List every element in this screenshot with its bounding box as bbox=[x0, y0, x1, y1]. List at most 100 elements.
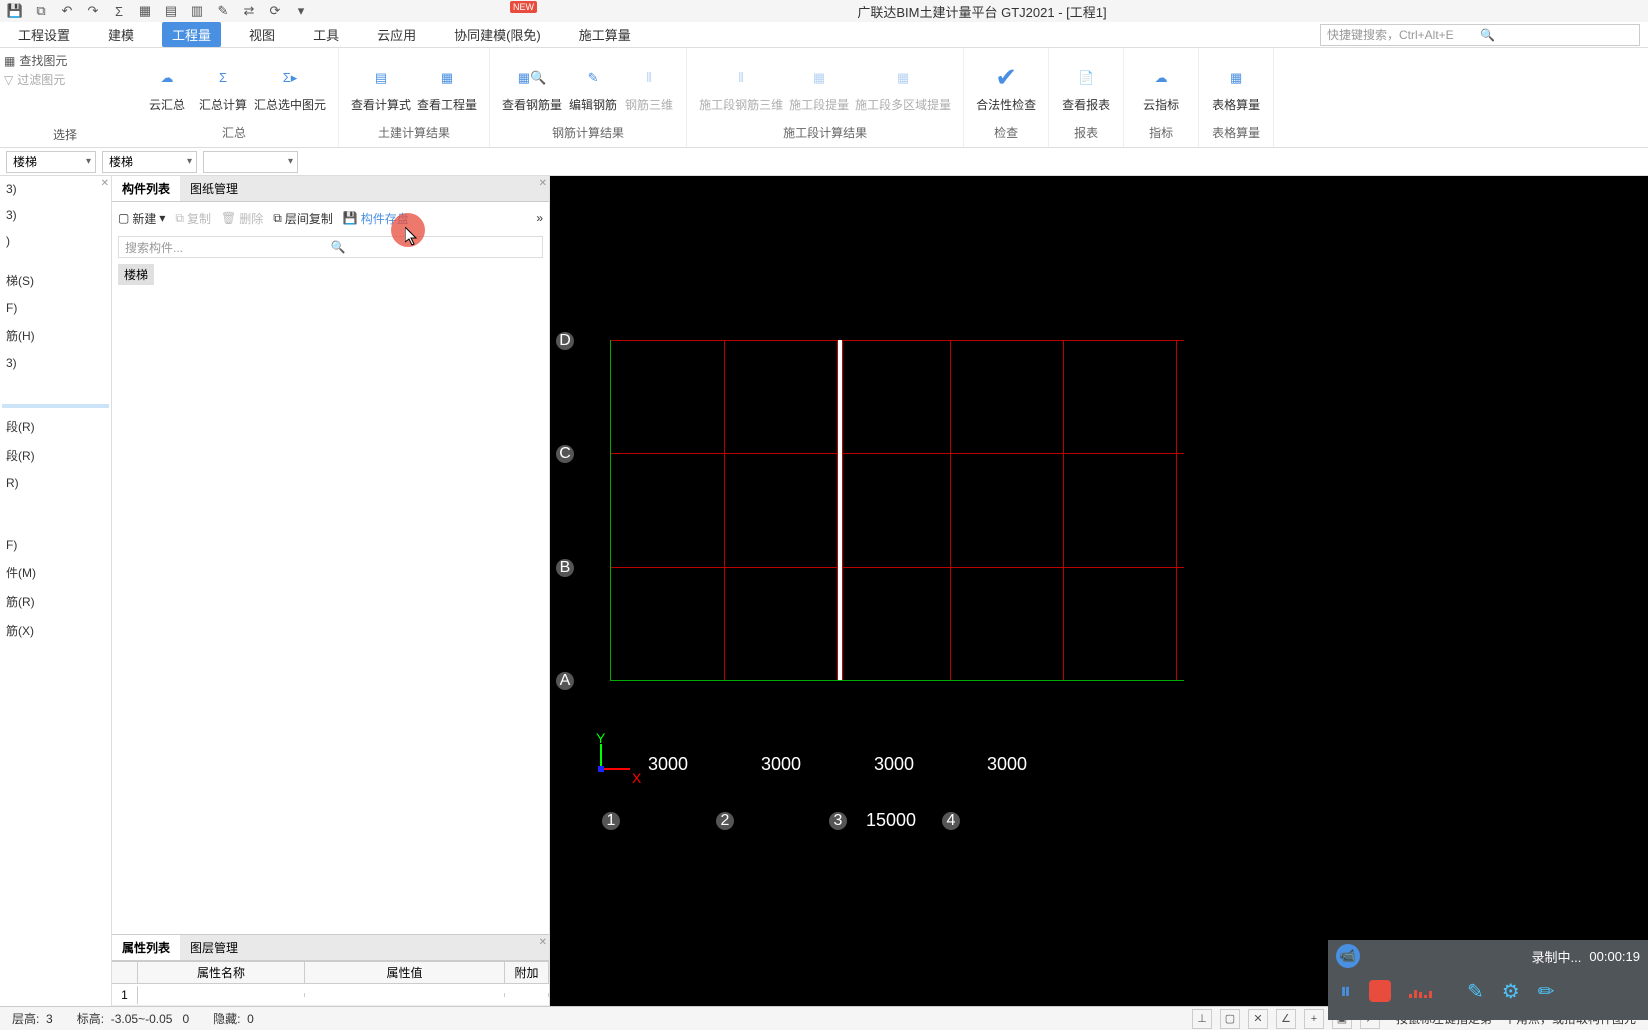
component-item[interactable]: 楼梯 bbox=[118, 264, 154, 285]
tree-item[interactable] bbox=[2, 258, 109, 262]
tree-item[interactable]: 3) bbox=[2, 180, 109, 198]
tab-component-list[interactable]: 构件列表 bbox=[112, 176, 180, 201]
view-report-button[interactable]: 📄查看报表 bbox=[1061, 62, 1111, 113]
tree-item[interactable] bbox=[2, 500, 109, 504]
more-icon[interactable]: ▾ bbox=[292, 2, 310, 20]
menu-construction[interactable]: 施工算量 bbox=[569, 22, 641, 47]
menu-collab[interactable]: 协同建模(限免) bbox=[444, 22, 551, 47]
rect-icon[interactable]: ▢ bbox=[1220, 1009, 1240, 1029]
tree-item[interactable]: ) bbox=[2, 232, 109, 250]
ribbon-group-report: 📄查看报表 报表 bbox=[1049, 48, 1124, 147]
tab-property-list[interactable]: 属性列表 bbox=[112, 935, 180, 960]
tree-item[interactable]: 件(M) bbox=[2, 562, 109, 583]
sum-icon[interactable]: Σ bbox=[110, 2, 128, 20]
cloud-chart-icon: ☁ bbox=[1145, 62, 1177, 94]
cloud-summary-button[interactable]: ☁云汇总 bbox=[142, 62, 192, 113]
ribbon-group-civil-result: ▤查看计算式 ▦查看工程量 土建计算结果 bbox=[339, 48, 490, 147]
tree-item[interactable]: F) bbox=[2, 536, 109, 554]
save-component-button[interactable]: 💾构件存盘 bbox=[343, 210, 409, 227]
grid-icon[interactable]: ▤ bbox=[162, 2, 180, 20]
find-icon: ▦ bbox=[4, 54, 15, 68]
col-property-name: 属性名称 bbox=[138, 962, 305, 983]
col-property-extra: 附加 bbox=[505, 962, 549, 983]
axis-label-b: B bbox=[556, 559, 574, 577]
tree-item[interactable]: R) bbox=[2, 474, 109, 492]
angle-icon[interactable]: ∠ bbox=[1276, 1009, 1296, 1029]
drawing-canvas[interactable]: D C B A 1 2 3 4 3000 3000 3000 3000 1500… bbox=[550, 176, 1648, 1006]
menu-quantities[interactable]: 工程量 bbox=[162, 22, 221, 47]
find-elements[interactable]: ▦查找图元 bbox=[4, 52, 126, 69]
swap-icon[interactable]: ⇄ bbox=[240, 2, 258, 20]
save-icon[interactable]: 💾 bbox=[6, 2, 24, 20]
tree-item[interactable]: 筋(H) bbox=[2, 325, 109, 346]
tab-drawing-manage[interactable]: 图纸管理 bbox=[180, 176, 248, 201]
tree-item[interactable]: 3) bbox=[2, 354, 109, 372]
component-dropdown[interactable]: 楼梯 bbox=[102, 151, 197, 173]
tree-item[interactable]: 筋(R) bbox=[2, 591, 109, 612]
menu-view[interactable]: 视图 bbox=[239, 22, 285, 47]
tree-item[interactable]: 3) bbox=[2, 206, 109, 224]
layer-copy-button[interactable]: ⧉层间复制 bbox=[273, 210, 333, 227]
close-icon[interactable]: ✕ bbox=[539, 178, 547, 189]
region-icon[interactable]: ▦ bbox=[136, 2, 154, 20]
property-row[interactable]: 1 bbox=[112, 984, 549, 1006]
tree-item[interactable] bbox=[2, 524, 109, 528]
redo-icon[interactable]: ↷ bbox=[84, 2, 102, 20]
filter-elements[interactable]: ▽过滤图元 bbox=[4, 71, 126, 88]
ribbon-left-panel: ▦查找图元 ▽过滤图元 选择 bbox=[0, 48, 130, 147]
tree-item[interactable]: 筋(X) bbox=[2, 620, 109, 641]
tree-item[interactable] bbox=[2, 392, 109, 396]
shortcut-search[interactable]: 快捷键搜索，Ctrl+Alt+E 🔍 bbox=[1320, 24, 1640, 46]
tree-item[interactable] bbox=[2, 512, 109, 516]
tools-button[interactable]: ⚙ bbox=[1502, 979, 1520, 1004]
layer-dropdown[interactable] bbox=[203, 151, 298, 173]
property-table-header: 属性名称 属性值 附加 bbox=[112, 961, 549, 984]
component-search[interactable]: 搜索构件... 🔍 bbox=[118, 236, 543, 258]
table-calc-button[interactable]: ▦表格算量 bbox=[1211, 62, 1261, 113]
tree-item[interactable]: 段(R) bbox=[2, 445, 109, 466]
category-dropdown[interactable]: 楼梯 bbox=[6, 151, 96, 173]
stop-button[interactable] bbox=[1369, 980, 1391, 1002]
snap-icon[interactable]: ⊥ bbox=[1192, 1009, 1212, 1029]
validity-check-button[interactable]: ✔合法性检查 bbox=[976, 62, 1036, 113]
summary-selected-button[interactable]: Σ▸汇总选中图元 bbox=[254, 62, 326, 113]
undo-icon[interactable]: ↶ bbox=[58, 2, 76, 20]
plus-icon[interactable]: + bbox=[1304, 1009, 1324, 1029]
tree-item[interactable] bbox=[2, 404, 109, 408]
copy-icon[interactable]: ⧉ bbox=[32, 2, 50, 20]
cloud-index-button[interactable]: ☁云指标 bbox=[1136, 62, 1186, 113]
tree-item[interactable]: 梯(S) bbox=[2, 270, 109, 291]
pause-button[interactable]: ⏸ bbox=[1340, 978, 1351, 1004]
menu-modeling[interactable]: 建模 bbox=[98, 22, 144, 47]
tree-item[interactable]: 段(R) bbox=[2, 416, 109, 437]
summary-calc-button[interactable]: Σ汇总计算 bbox=[198, 62, 248, 113]
pencil-icon[interactable]: ✎ bbox=[214, 2, 232, 20]
edit-rebar-button[interactable]: ✎编辑钢筋 bbox=[568, 62, 618, 113]
rotate-icon[interactable]: ⟳ bbox=[266, 2, 284, 20]
group-label-rebar: 钢筋计算结果 bbox=[552, 122, 624, 143]
close-icon[interactable]: ✕ bbox=[101, 178, 109, 189]
view-qty-button[interactable]: ▦查看工程量 bbox=[417, 62, 477, 113]
group-label-summary: 汇总 bbox=[222, 122, 246, 143]
titlebar: 💾 ⧉ ↶ ↷ Σ ▦ ▤ ▥ ✎ ⇄ ⟳ ▾ NEW 广联达BIM土建计量平台… bbox=[0, 0, 1648, 22]
ribbon: ▦查找图元 ▽过滤图元 选择 ☁云汇总 Σ汇总计算 Σ▸汇总选中图元 汇总 ▤查… bbox=[0, 48, 1648, 148]
wall-element[interactable] bbox=[837, 340, 843, 680]
overflow-button[interactable]: » bbox=[536, 211, 543, 225]
tab-layer-manage[interactable]: 图层管理 bbox=[180, 935, 248, 960]
menu-tools[interactable]: 工具 bbox=[303, 22, 349, 47]
view-formula-button[interactable]: ▤查看计算式 bbox=[351, 62, 411, 113]
edit-button[interactable]: ✏ bbox=[1538, 979, 1555, 1004]
elev-label: 标高: bbox=[77, 1012, 104, 1026]
grid-line bbox=[610, 567, 1184, 568]
view-rebar-qty-button[interactable]: ▦🔍查看钢筋量 bbox=[502, 62, 562, 113]
new-component-button[interactable]: ▢新建▾ bbox=[118, 210, 165, 227]
annotate-button[interactable]: ✎ bbox=[1467, 979, 1484, 1004]
close-icon[interactable]: ✕ bbox=[539, 937, 547, 948]
menu-cloud[interactable]: 云应用 bbox=[367, 22, 426, 47]
tree-item[interactable]: F) bbox=[2, 299, 109, 317]
cross-icon[interactable]: ✕ bbox=[1248, 1009, 1268, 1029]
tree-item[interactable] bbox=[2, 380, 109, 384]
code-icon[interactable]: ▥ bbox=[188, 2, 206, 20]
dim-x1: 3000 bbox=[648, 754, 688, 775]
menu-project-settings[interactable]: 工程设置 bbox=[8, 22, 80, 47]
